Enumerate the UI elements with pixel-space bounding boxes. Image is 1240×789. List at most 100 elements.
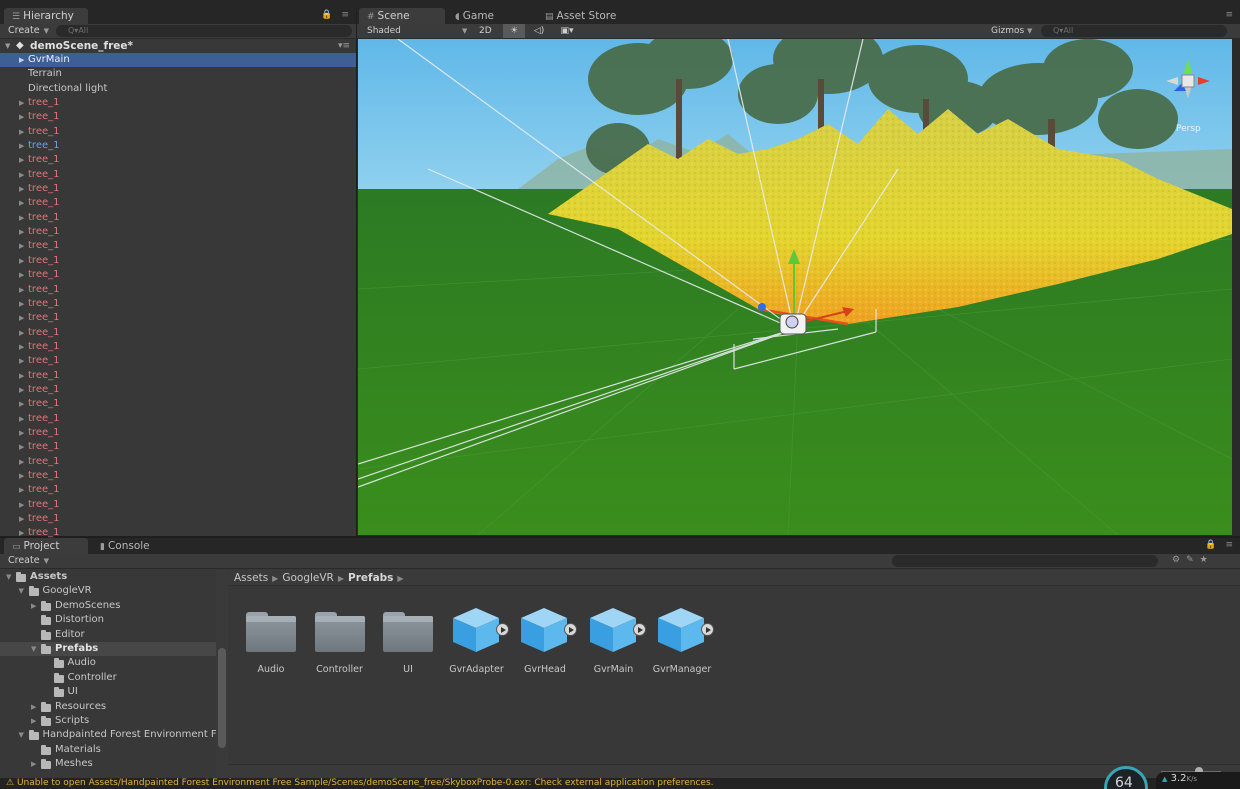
expand-triangle-icon[interactable]: ▶ (19, 225, 24, 239)
tab-console[interactable]: ▮ Console (92, 538, 182, 554)
expand-triangle-icon[interactable]: ▶ (31, 757, 36, 771)
hierarchy-item[interactable]: ▶ tree_1 (0, 369, 356, 383)
expand-triangle-icon[interactable]: ▶ (19, 311, 24, 325)
z-axis-handle[interactable] (758, 303, 766, 311)
hierarchy-item[interactable]: ▶ tree_1 (0, 254, 356, 268)
expand-triangle-icon[interactable]: ▶ (19, 455, 24, 469)
hierarchy-item[interactable]: ▶ tree_1 (0, 110, 356, 124)
hierarchy-item[interactable]: ▶ tree_1 (0, 483, 356, 497)
folder-tree-item[interactable]: ▼ Prefabs (0, 641, 228, 657)
asset-size-slider-bar[interactable] (229, 764, 1240, 778)
expand-triangle-icon[interactable]: ▶ (19, 53, 24, 67)
expand-triangle-icon[interactable]: ▶ (19, 440, 24, 454)
folder-tree-item[interactable]: Materials (0, 743, 228, 757)
folder-tree-item[interactable]: ▶ DemoScenes (0, 599, 228, 613)
play-icon[interactable] (701, 623, 714, 636)
hierarchy-item[interactable]: Terrain (0, 67, 356, 81)
expand-triangle-icon[interactable]: ▶ (19, 153, 24, 167)
expand-triangle-icon[interactable]: ▶ (19, 125, 24, 139)
folder-tree-scrollbar[interactable] (216, 570, 228, 778)
scrollbar-thumb[interactable] (218, 648, 226, 748)
folder-tree-item[interactable]: ▼ Assets (0, 570, 228, 584)
expand-triangle-icon[interactable]: ▶ (19, 483, 24, 497)
panel-menu-icon[interactable]: 🔒 ≡ (321, 10, 352, 20)
project-create-button[interactable]: Create ▼ (8, 555, 49, 566)
hierarchy-item[interactable]: ▶ tree_1 (0, 225, 356, 239)
play-icon[interactable] (564, 623, 577, 636)
breadcrumb-prefabs[interactable]: Prefabs (348, 572, 393, 584)
hierarchy-item-selected[interactable]: ▶ GvrMain (0, 53, 356, 68)
expand-triangle-icon[interactable]: ▶ (19, 397, 24, 411)
expand-triangle-icon[interactable]: ▶ (19, 239, 24, 253)
tab-game[interactable]: ◖ Game (447, 8, 533, 24)
hierarchy-item[interactable]: ▶ tree_1 (0, 139, 356, 153)
filter-icons[interactable]: ⚙✎★ (1172, 555, 1214, 565)
folder-tree-item[interactable]: ▶ Meshes (0, 757, 228, 771)
scene-panel-menu-icon[interactable]: ≡ (1225, 10, 1236, 20)
expand-triangle-icon[interactable]: ▼ (19, 728, 24, 742)
hierarchy-item[interactable]: ▶ tree_1 (0, 397, 356, 411)
play-icon[interactable] (495, 623, 509, 636)
project-search-input[interactable] (892, 555, 1158, 567)
shading-mode-dropdown[interactable]: Shaded (367, 24, 401, 38)
hierarchy-item[interactable]: ▶ tree_1 (0, 326, 356, 340)
expand-triangle-icon[interactable]: ▶ (19, 211, 24, 225)
hierarchy-item[interactable]: ▶ tree_1 (0, 283, 356, 297)
scene-root-row[interactable]: ▼ ◆ demoScene_free* ▾≡ (0, 39, 356, 53)
hierarchy-item[interactable]: ▶ tree_1 (0, 469, 356, 483)
expand-triangle-icon[interactable]: ▶ (19, 297, 24, 311)
hierarchy-item[interactable]: ▶ tree_1 (0, 211, 356, 225)
expand-triangle-icon[interactable]: ▼ (5, 39, 10, 53)
hierarchy-item[interactable]: ▶ tree_1 (0, 512, 356, 526)
expand-triangle-icon[interactable]: ▶ (19, 340, 24, 354)
folder-tree-item[interactable]: ▶ Resources (0, 700, 228, 714)
expand-triangle-icon[interactable]: ▶ (19, 412, 24, 426)
expand-triangle-icon[interactable]: ▶ (19, 426, 24, 440)
hierarchy-item[interactable]: ▶ tree_1 (0, 182, 356, 196)
expand-triangle-icon[interactable]: ▶ (19, 196, 24, 210)
tab-asset-store[interactable]: ▤ Asset Store (537, 8, 637, 24)
expand-triangle-icon[interactable]: ▶ (19, 254, 24, 268)
scene-menu-icon[interactable]: ▾≡ (338, 39, 350, 53)
hierarchy-item[interactable]: ▶ tree_1 (0, 340, 356, 354)
hierarchy-item[interactable]: ▶ tree_1 (0, 125, 356, 139)
expand-triangle-icon[interactable]: ▼ (19, 584, 24, 598)
expand-triangle-icon[interactable]: ▶ (19, 139, 24, 153)
expand-triangle-icon[interactable]: ▶ (19, 354, 24, 368)
expand-triangle-icon[interactable]: ▶ (19, 110, 24, 124)
expand-triangle-icon[interactable]: ▶ (19, 96, 24, 110)
expand-triangle-icon[interactable]: ▼ (6, 570, 11, 584)
expand-triangle-icon[interactable]: ▼ (31, 642, 36, 656)
hierarchy-item[interactable]: ▶ tree_1 (0, 153, 356, 167)
folder-tree-item[interactable]: Distortion (0, 613, 228, 627)
hierarchy-item[interactable]: ▶ tree_1 (0, 455, 356, 469)
lighting-toggle-icon[interactable]: ☀ (503, 24, 525, 38)
effects-dropdown-icon[interactable]: ▣▾ (555, 24, 579, 38)
hierarchy-item[interactable]: ▶ tree_1 (0, 383, 356, 397)
breadcrumb-googlevr[interactable]: GoogleVR (282, 572, 334, 584)
gizmos-dropdown[interactable]: Gizmos ▼ (991, 24, 1032, 38)
expand-triangle-icon[interactable]: ▶ (31, 599, 36, 613)
hierarchy-item[interactable]: ▶ tree_1 (0, 297, 356, 311)
scene-search-input[interactable]: Q▾All (1041, 25, 1227, 37)
project-panel-menu-icon[interactable]: 🔒 ≡ (1205, 540, 1236, 550)
expand-triangle-icon[interactable]: ▶ (31, 700, 36, 714)
hierarchy-item[interactable]: ▶ tree_1 (0, 239, 356, 253)
folder-tree-item[interactable]: ▼ Handpainted Forest Environment Free (0, 728, 228, 742)
expand-triangle-icon[interactable]: ▶ (19, 383, 24, 397)
hierarchy-item[interactable]: ▶ tree_1 (0, 354, 356, 368)
hierarchy-item[interactable]: ▶ tree_1 (0, 168, 356, 182)
expand-triangle-icon[interactable]: ▶ (19, 469, 24, 483)
hierarchy-item[interactable]: ▶ tree_1 (0, 440, 356, 454)
tab-scene[interactable]: # Scene (359, 8, 445, 24)
expand-triangle-icon[interactable]: ▶ (19, 268, 24, 282)
folder-tree-item[interactable]: ▶ Scripts (0, 714, 228, 728)
expand-triangle-icon[interactable]: ▶ (19, 369, 24, 383)
folder-tree-item[interactable]: ▼ GoogleVR (0, 584, 228, 598)
play-icon[interactable] (632, 623, 646, 636)
hierarchy-item[interactable]: ▶ tree_1 (0, 96, 356, 110)
folder-tree-item[interactable]: Audio (0, 656, 228, 670)
hierarchy-item[interactable]: ▶ tree_1 (0, 426, 356, 440)
expand-triangle-icon[interactable]: ▶ (19, 283, 24, 297)
scene-render[interactable]: Persp (358, 39, 1232, 535)
